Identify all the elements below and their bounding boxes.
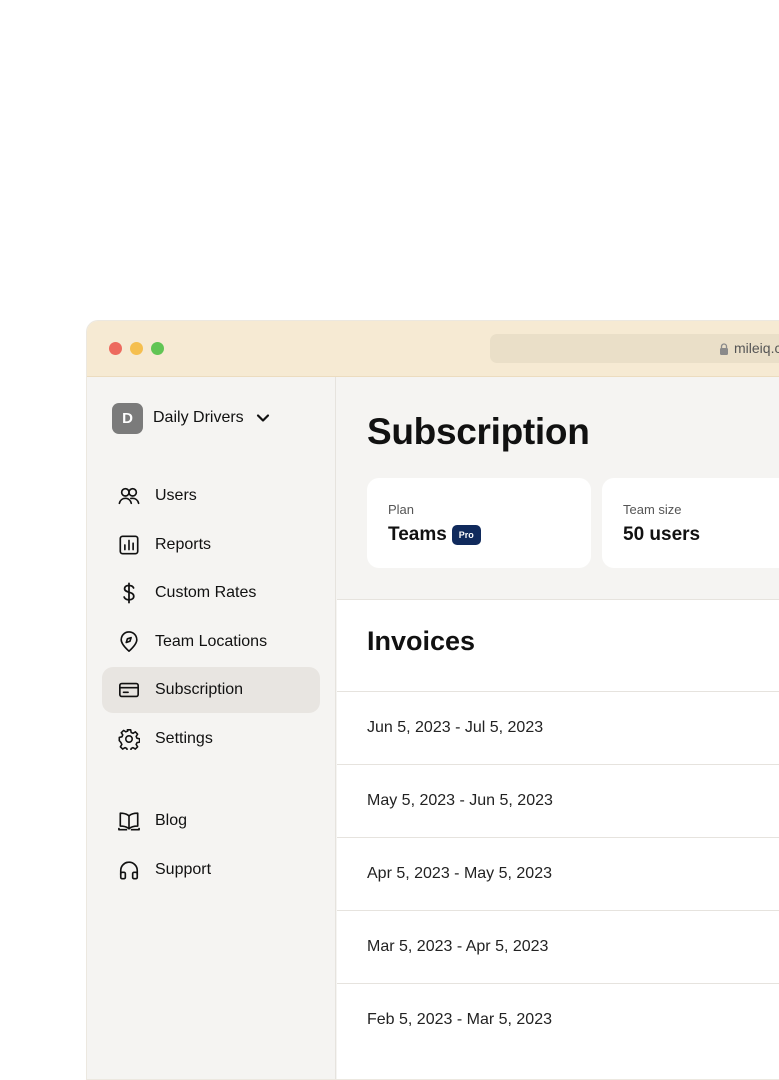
sidebar-item-blog[interactable]: Blog: [102, 798, 320, 844]
sidebar-item-label: Settings: [155, 729, 213, 747]
address-bar[interactable]: mileiq.c: [490, 334, 779, 363]
invoice-row[interactable]: Feb 5, 2023 - Mar 5, 2023: [337, 983, 779, 1056]
plan-card: Plan Teams Pro: [367, 478, 591, 568]
invoice-list: Jun 5, 2023 - Jul 5, 2023 May 5, 2023 - …: [337, 691, 779, 1056]
invoices-section: Invoices Jun 5, 2023 - Jul 5, 2023 May 5…: [337, 599, 779, 1079]
sidebar-item-subscription[interactable]: Subscription: [102, 667, 320, 714]
plan-value: Teams Pro: [388, 524, 481, 546]
invoice-row[interactable]: Mar 5, 2023 - Apr 5, 2023: [337, 910, 779, 983]
invoice-period: Apr 5, 2023 - May 5, 2023: [367, 865, 552, 882]
invoice-period: Jun 5, 2023 - Jul 5, 2023: [367, 719, 544, 736]
sidebar: D Daily Drivers Users Reports Custom Rat…: [87, 377, 336, 1079]
location-pin-icon: [120, 630, 138, 652]
sidebar-item-reports[interactable]: Reports: [102, 522, 320, 568]
team-size-label: Team size: [623, 502, 682, 517]
sidebar-item-label: Team Locations: [155, 632, 268, 650]
close-window-button[interactable]: [109, 342, 122, 355]
headphones-icon: [119, 861, 139, 880]
sidebar-item-label: Reports: [155, 535, 212, 553]
org-avatar: D: [112, 402, 143, 434]
team-size-value: 50 users: [623, 524, 701, 545]
browser-window: mileiq.c D Daily Drivers Users Reports C…: [86, 320, 779, 1080]
sidebar-nav: Users Reports Custom Rates Team Location…: [102, 473, 320, 765]
invoice-row[interactable]: Apr 5, 2023 - May 5, 2023: [337, 837, 779, 910]
invoices-title: Invoices: [367, 626, 476, 656]
credit-card-icon: [119, 683, 139, 698]
sidebar-item-custom-rates[interactable]: Custom Rates: [102, 570, 320, 616]
plan-name: Teams: [388, 524, 447, 545]
invoice-period: Feb 5, 2023 - Mar 5, 2023: [367, 1011, 552, 1028]
sidebar-secondary-nav: Blog Support: [102, 798, 320, 895]
sidebar-item-label: Support: [155, 860, 212, 878]
plan-label: Plan: [388, 502, 415, 517]
org-name: Daily Drivers: [153, 409, 244, 426]
pro-badge: Pro: [451, 525, 481, 545]
org-switcher[interactable]: D Daily Drivers: [112, 402, 270, 434]
chevron-down-icon: [256, 414, 269, 422]
dollar-icon: [123, 582, 135, 604]
sidebar-item-settings[interactable]: Settings: [102, 716, 320, 762]
sidebar-item-users[interactable]: Users: [102, 473, 320, 519]
maximize-window-button[interactable]: [151, 342, 164, 355]
browser-titlebar: mileiq.c: [87, 321, 779, 377]
team-size-card: Team size 50 users: [602, 478, 779, 568]
sidebar-item-support[interactable]: Support: [102, 847, 320, 893]
gear-icon: [118, 729, 140, 750]
invoice-row[interactable]: Jun 5, 2023 - Jul 5, 2023: [337, 691, 779, 764]
users-icon: [118, 487, 140, 505]
book-icon: [118, 812, 140, 831]
sidebar-item-label: Users: [155, 487, 197, 504]
address-text: mileiq.c: [734, 340, 779, 356]
sidebar-item-label: Custom Rates: [155, 584, 257, 602]
reports-icon: [119, 535, 139, 555]
sidebar-item-team-locations[interactable]: Team Locations: [102, 619, 320, 665]
sidebar-item-label: Blog: [155, 812, 188, 829]
sidebar-item-label: Subscription: [155, 681, 244, 699]
minimize-window-button[interactable]: [130, 342, 143, 355]
main-content: Subscription Plan Teams Pro Team size 50 …: [337, 377, 779, 1079]
invoice-row[interactable]: May 5, 2023 - Jun 5, 2023: [337, 764, 779, 837]
lock-icon: [720, 343, 728, 355]
invoice-period: Mar 5, 2023 - Apr 5, 2023: [367, 938, 549, 955]
invoice-period: May 5, 2023 - Jun 5, 2023: [367, 792, 553, 809]
page-title: Subscription: [367, 411, 590, 452]
